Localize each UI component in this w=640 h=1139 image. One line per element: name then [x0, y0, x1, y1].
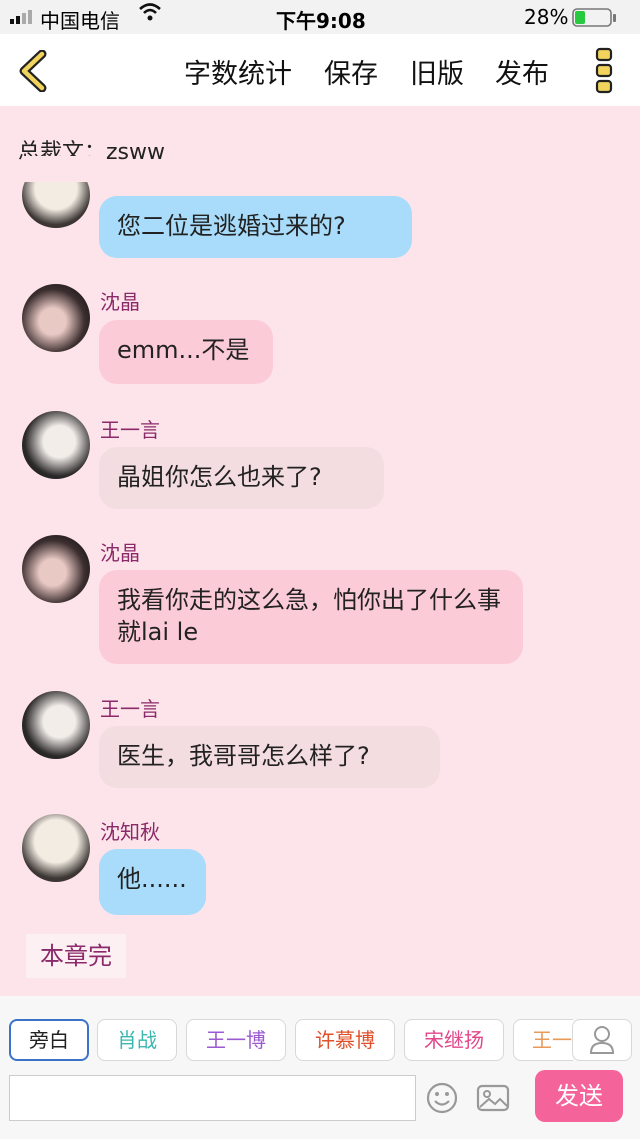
character-chip-narrator[interactable]: 旁白: [9, 1019, 89, 1061]
wifi-icon: [138, 2, 162, 27]
carrier-label: 中国电信: [40, 9, 120, 33]
avatar[interactable]: [22, 691, 90, 759]
message-bubble[interactable]: 他......: [99, 849, 206, 915]
avatar[interactable]: [22, 411, 90, 479]
character-chip[interactable]: 王一: [513, 1019, 573, 1061]
word-count-button[interactable]: 字数统计: [184, 52, 292, 91]
chat-area: 总裁文：zsww 您二位是逃婚过来的? 沈晶 emm...不是 王一言 晶姐你怎…: [0, 106, 640, 996]
message-bubble[interactable]: 医生，我哥哥怎么样了?: [99, 726, 440, 788]
message-bubble[interactable]: 您二位是逃婚过来的?: [99, 196, 412, 258]
message-bubble[interactable]: emm...不是: [99, 320, 273, 384]
avatar[interactable]: [22, 535, 90, 603]
emoji-icon[interactable]: [425, 1081, 459, 1119]
character-chip-label: 旁白: [29, 1028, 69, 1052]
more-menu-icon[interactable]: [594, 46, 616, 100]
clock: 下午9:08: [276, 9, 366, 33]
publish-button[interactable]: 发布: [495, 52, 549, 91]
battery-percent: 28%: [524, 5, 569, 29]
signal-bar: [22, 13, 26, 24]
character-chip-label: 宋继扬: [424, 1028, 484, 1052]
send-button[interactable]: 发送: [535, 1070, 623, 1122]
back-chevron-icon[interactable]: [14, 49, 50, 96]
character-chip-label: 肖战: [117, 1028, 157, 1052]
character-chip[interactable]: 王一博: [186, 1019, 286, 1061]
speaker-name: 王一言: [100, 697, 160, 721]
message-bubble[interactable]: 晶姐你怎么也来了?: [99, 447, 384, 509]
character-chip-label: 许慕博: [315, 1028, 375, 1052]
bottom-toolbar: 旁白 肖战 王一博 许慕博 宋继扬 王一 发送: [0, 996, 640, 1139]
person-icon: [589, 1026, 615, 1054]
character-chip-label: 王一博: [206, 1028, 266, 1052]
character-chip[interactable]: 肖战: [97, 1019, 177, 1061]
status-bar: 中国电信 下午9:08 28%: [0, 0, 640, 34]
top-navigation-bar: 字数统计 保存 旧版 发布: [0, 34, 640, 106]
character-chip-label: 王一: [532, 1028, 572, 1052]
battery-icon: [572, 8, 618, 33]
signal-bar: [10, 19, 14, 24]
avatar[interactable]: [22, 814, 90, 882]
signal-bar: [16, 16, 20, 24]
speaker-name: 沈晶: [100, 541, 140, 565]
character-chip[interactable]: 宋继扬: [404, 1019, 504, 1061]
character-chip[interactable]: 许慕博: [295, 1019, 395, 1061]
old-version-button[interactable]: 旧版: [410, 52, 464, 91]
speaker-name: 沈知秋: [100, 820, 160, 844]
signal-bar: [28, 10, 32, 24]
character-manager-button[interactable]: [572, 1019, 632, 1061]
speaker-name: 王一言: [100, 418, 160, 442]
chapter-end-label: 本章完: [26, 934, 126, 978]
message-input[interactable]: [9, 1075, 416, 1121]
clip-mask: [22, 156, 92, 182]
image-icon[interactable]: [476, 1082, 510, 1118]
save-button[interactable]: 保存: [324, 52, 378, 91]
avatar[interactable]: [22, 284, 90, 352]
speaker-name: 沈晶: [100, 290, 140, 314]
message-bubble[interactable]: 我看你走的这么急，怕你出了什么事就lai le: [99, 570, 523, 664]
